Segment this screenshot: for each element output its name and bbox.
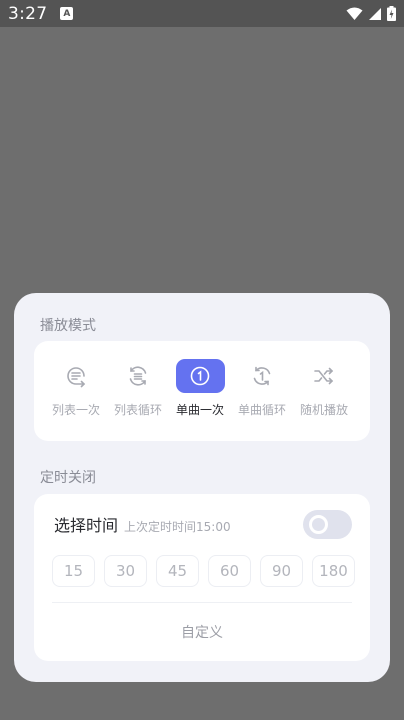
status-icons (346, 6, 396, 21)
mode-label: 随机播放 (299, 403, 348, 417)
last-timer-text: 上次定时时间15:00 (124, 520, 231, 534)
wifi-icon (346, 7, 363, 20)
divider (52, 602, 352, 603)
playback-mode-options: 列表一次 列表循环 单曲一次 单曲循环 随机播放 (34, 359, 370, 418)
mode-single-repeat[interactable]: 单曲循环 (231, 359, 293, 418)
playback-mode-card: 列表一次 列表循环 单曲一次 单曲循环 随机播放 (34, 341, 370, 441)
mode-list-repeat[interactable]: 列表循环 (107, 359, 169, 418)
mode-icon-bg (52, 359, 101, 393)
battery-charging-icon (387, 6, 396, 21)
timer-header: 选择时间 上次定时时间15:00 (54, 512, 231, 536)
single-once-icon (190, 366, 210, 386)
mode-shuffle[interactable]: 随机播放 (293, 359, 355, 418)
select-time-label: 选择时间 (54, 516, 119, 535)
time-option-180[interactable]: 180 (312, 555, 355, 587)
time-option-45[interactable]: 45 (156, 555, 199, 587)
mode-icon-bg (114, 359, 163, 393)
time-options: 15 30 45 60 90 180 (52, 555, 355, 587)
mode-single-once[interactable]: 单曲一次 (169, 359, 231, 418)
player-settings-sheet: 播放模式 列表一次 列表循环 单曲一次 单曲循环 随机播放 定时关闭 选择时间 … (14, 293, 390, 682)
mode-label: 单曲循环 (237, 403, 286, 417)
a-notification-icon: A (60, 7, 74, 20)
time-option-60[interactable]: 60 (208, 555, 251, 587)
sleep-timer-card: 选择时间 上次定时时间15:00 15 30 45 60 90 180 自定义 (34, 494, 370, 661)
sleep-timer-toggle[interactable] (303, 510, 352, 539)
toggle-knob (309, 515, 328, 534)
time-option-15[interactable]: 15 (52, 555, 95, 587)
mode-label: 列表循环 (113, 403, 162, 417)
playback-mode-title: 播放模式 (40, 318, 96, 334)
custom-time-button[interactable]: 自定义 (34, 622, 370, 642)
shuffle-icon (314, 367, 334, 385)
mode-list-once[interactable]: 列表一次 (45, 359, 107, 418)
mode-label: 列表一次 (51, 403, 100, 417)
time-option-90[interactable]: 90 (260, 555, 303, 587)
sleep-timer-title: 定时关闭 (40, 470, 96, 486)
single-repeat-icon (253, 366, 271, 386)
status-time: 3:27 (8, 3, 48, 24)
mode-icon-bg (300, 359, 349, 393)
mode-icon-bg-active (175, 359, 225, 393)
mode-label: 单曲一次 (175, 403, 224, 417)
time-option-30[interactable]: 30 (104, 555, 147, 587)
list-repeat-icon (129, 366, 147, 386)
list-once-icon (67, 367, 86, 388)
status-bar: 3:27 A (0, 0, 404, 27)
cellular-signal-icon (369, 7, 381, 20)
mode-icon-bg (238, 359, 287, 393)
